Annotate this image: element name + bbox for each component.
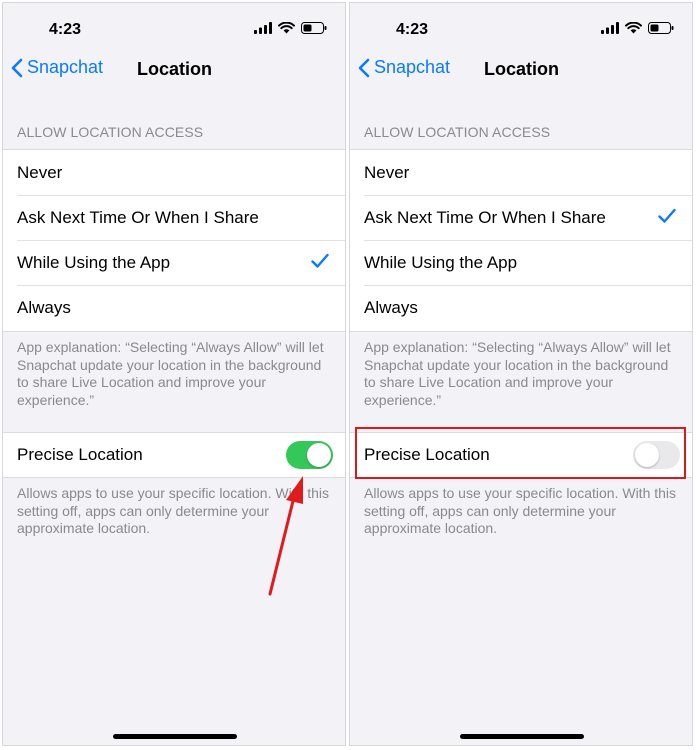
option-label: Always	[364, 297, 418, 317]
option-label: While Using the App	[364, 252, 518, 272]
back-button-label: Snapchat	[27, 57, 104, 77]
status-bar: 4:23	[3, 3, 345, 59]
wifi-icon	[625, 22, 642, 34]
toggle-knob	[307, 443, 331, 467]
battery-icon	[648, 22, 674, 34]
page-title: Location	[137, 59, 212, 79]
section-header: ALLOW LOCATION ACCESS	[17, 124, 204, 140]
chevron-left-icon	[358, 58, 370, 77]
status-time: 4:23	[49, 21, 82, 38]
option-label: Always	[17, 297, 71, 317]
option-never[interactable]: Never	[3, 150, 345, 195]
option-label: While Using the App	[17, 252, 171, 272]
precise-location-row: Precise Location	[3, 433, 345, 477]
option-while-using[interactable]: While Using the App	[350, 240, 692, 285]
option-always[interactable]: Always	[3, 285, 345, 330]
precise-location-footer: Allows apps to use your specific locatio…	[17, 485, 330, 536]
option-while-using[interactable]: While Using the App	[3, 240, 345, 285]
status-time: 4:23	[396, 21, 429, 38]
option-label: Ask Next Time Or When I Share	[364, 207, 606, 227]
back-button[interactable]: Snapchat	[11, 57, 103, 78]
app-explanation: App explanation: “Selecting “Always Allo…	[17, 339, 324, 408]
precise-location-footer: Allows apps to use your specific locatio…	[364, 485, 677, 536]
precise-location-label: Precise Location	[17, 445, 143, 464]
checkmark-icon	[658, 208, 676, 223]
phone-screen-before: 4:23 Snapchat Location ALLOW LOCATION AC…	[2, 2, 346, 746]
navigation-bar: Snapchat Location	[3, 53, 345, 89]
chevron-left-icon	[11, 58, 23, 77]
app-explanation: App explanation: “Selecting “Always Allo…	[364, 339, 671, 408]
navigation-bar: Snapchat Location	[350, 53, 692, 89]
status-bar: 4:23	[350, 3, 692, 59]
page-title: Location	[484, 59, 559, 79]
precise-location-group: Precise Location	[3, 432, 345, 478]
option-always[interactable]: Always	[350, 285, 692, 330]
option-ask-next-time[interactable]: Ask Next Time Or When I Share	[3, 195, 345, 240]
location-access-options: Never Ask Next Time Or When I Share Whil…	[350, 149, 692, 332]
section-header: ALLOW LOCATION ACCESS	[364, 124, 551, 140]
option-label: Ask Next Time Or When I Share	[17, 207, 259, 227]
location-access-options: Never Ask Next Time Or When I Share Whil…	[3, 149, 345, 332]
option-never[interactable]: Never	[350, 150, 692, 195]
phone-screen-after: 4:23 Snapchat Location ALLOW LOCATION AC…	[349, 2, 693, 746]
checkmark-icon	[311, 253, 329, 268]
precise-location-toggle[interactable]	[286, 441, 333, 469]
home-indicator	[113, 734, 237, 739]
home-indicator	[460, 734, 584, 739]
option-ask-next-time[interactable]: Ask Next Time Or When I Share	[350, 195, 692, 240]
option-label: Never	[17, 162, 63, 182]
cellular-signal-icon	[254, 22, 272, 34]
back-button[interactable]: Snapchat	[358, 57, 450, 78]
option-label: Never	[364, 162, 410, 182]
highlight-box	[355, 427, 686, 479]
cellular-signal-icon	[601, 22, 619, 34]
wifi-icon	[278, 22, 295, 34]
back-button-label: Snapchat	[374, 57, 451, 77]
battery-icon	[301, 22, 327, 34]
